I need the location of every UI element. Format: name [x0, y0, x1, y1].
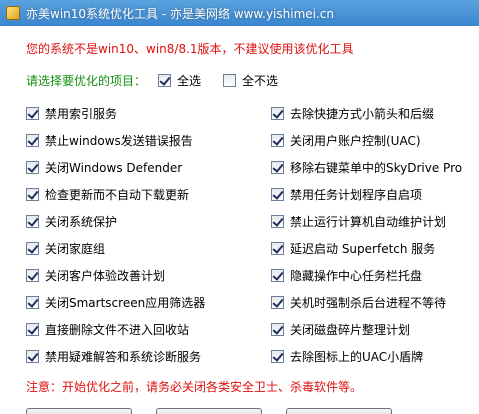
option-label[interactable]: 去除图标上的UAC小盾牌 [290, 348, 423, 365]
checkbox-box[interactable] [271, 349, 284, 363]
option-disable-smartscreen[interactable]: 关闭Smartscreen应用筛选器 [26, 294, 205, 310]
option-skip-recycle-bin[interactable]: 直接删除文件不进入回收站 [26, 321, 189, 337]
option-force-kill-on-shutdown[interactable]: 关机时强制杀后台进程不等待 [271, 294, 446, 310]
checkbox-box[interactable] [271, 106, 284, 120]
select-none-checkbox[interactable]: 全不选 [223, 72, 278, 89]
option-label[interactable]: 移除右键菜单中的SkyDrive Pro [290, 159, 462, 176]
option-remove-uac-shield[interactable]: 去除图标上的UAC小盾牌 [271, 348, 423, 364]
option-label[interactable]: 禁止windows发送错误报告 [45, 132, 193, 149]
checkbox-box[interactable] [26, 295, 39, 309]
select-prompt: 请选择要优化的项目： [26, 73, 147, 88]
checkbox-box[interactable] [26, 160, 39, 174]
window-title: 亦美win10系统优化工具 - 亦是美网络 www.yishimei.cn [26, 6, 335, 21]
title-bar[interactable]: 亦美win10系统优化工具 - 亦是美网络 www.yishimei.cn [0, 0, 479, 26]
option-label[interactable]: 延迟启动 Superfetch 服务 [290, 240, 435, 257]
checkbox-box[interactable] [271, 295, 284, 309]
option-disable-diagnostics[interactable]: 禁用疑难解答和系统诊断服务 [26, 348, 201, 364]
window-body: 您的系统不是win10、win8/8.1版本，不建议使用该优化工具 请选择要优化… [0, 26, 479, 414]
option-label[interactable]: 检查更新而不自动下载更新 [45, 186, 189, 203]
checkbox-box[interactable] [26, 349, 39, 363]
option-disable-error-report[interactable]: 禁止windows发送错误报告 [26, 132, 193, 148]
option-label[interactable]: 去除快捷方式小箭头和后缀 [290, 105, 434, 122]
option-label[interactable]: 关闭家庭组 [45, 240, 105, 257]
option-disable-index-service[interactable]: 禁用索引服务 [26, 105, 117, 121]
option-disable-defender[interactable]: 关闭Windows Defender [26, 159, 182, 175]
option-label[interactable]: 关闭用户账户控制(UAC) [290, 132, 421, 149]
option-label[interactable]: 关机时强制杀后台进程不等待 [290, 294, 446, 311]
option-label[interactable]: 禁用疑难解答和系统诊断服务 [45, 348, 201, 365]
option-remove-skydrive-menu[interactable]: 移除右键菜单中的SkyDrive Pro [271, 159, 462, 175]
pre-optimize-note: 注意：开始优化之前，请务必关闭各类安全卫士、杀毒软件等。 [26, 380, 363, 394]
checkbox-box[interactable] [158, 73, 172, 87]
option-disable-task-scheduler-startup[interactable]: 禁用任务计划程序自启项 [271, 186, 422, 202]
checkbox-box[interactable] [26, 322, 39, 336]
option-hide-action-center-tray[interactable]: 隐藏操作中心任务栏托盘 [271, 267, 422, 283]
option-disable-system-protection[interactable]: 关闭系统保护 [26, 213, 117, 229]
action-button-3[interactable] [286, 408, 392, 414]
option-disable-auto-maintenance[interactable]: 禁止运行计算机自动维护计划 [271, 213, 446, 229]
option-label[interactable]: 关闭Windows Defender [45, 159, 182, 176]
option-delay-superfetch[interactable]: 延迟启动 Superfetch 服务 [271, 240, 435, 256]
checkbox-box[interactable] [271, 214, 284, 228]
select-row: 请选择要优化的项目： 全选 全不选 [26, 72, 278, 88]
checkbox-box[interactable] [271, 160, 284, 174]
select-all-label[interactable]: 全选 [177, 72, 201, 89]
checkbox-box[interactable] [271, 241, 284, 255]
option-label[interactable]: 关闭系统保护 [45, 213, 117, 230]
option-label[interactable]: 关闭客户体验改善计划 [45, 267, 165, 284]
option-label[interactable]: 禁止运行计算机自动维护计划 [290, 213, 446, 230]
option-disable-ceip[interactable]: 关闭客户体验改善计划 [26, 267, 165, 283]
action-button-2[interactable] [156, 408, 262, 414]
option-label[interactable]: 关闭Smartscreen应用筛选器 [45, 294, 205, 311]
option-check-updates-only[interactable]: 检查更新而不自动下载更新 [26, 186, 189, 202]
option-disable-defrag-schedule[interactable]: 关闭磁盘碎片整理计划 [271, 321, 410, 337]
action-button-1[interactable] [26, 408, 132, 414]
checkbox-box[interactable] [271, 187, 284, 201]
checkbox-box[interactable] [271, 268, 284, 282]
checkbox-box[interactable] [26, 133, 39, 147]
option-label[interactable]: 禁用索引服务 [45, 105, 117, 122]
option-label[interactable]: 隐藏操作中心任务栏托盘 [290, 267, 422, 284]
option-remove-shortcut-arrow[interactable]: 去除快捷方式小箭头和后缀 [271, 105, 434, 121]
option-label[interactable]: 关闭磁盘碎片整理计划 [290, 321, 410, 338]
select-none-label[interactable]: 全不选 [242, 72, 278, 89]
select-all-checkbox[interactable]: 全选 [158, 72, 201, 89]
checkbox-box[interactable] [26, 241, 39, 255]
option-label[interactable]: 禁用任务计划程序自启项 [290, 186, 422, 203]
checkbox-box[interactable] [26, 214, 39, 228]
checkbox-box[interactable] [271, 322, 284, 336]
option-label[interactable]: 直接删除文件不进入回收站 [45, 321, 189, 338]
checkbox-box[interactable] [26, 268, 39, 282]
checkbox-box[interactable] [26, 106, 39, 120]
app-icon [6, 6, 20, 20]
checkbox-box[interactable] [271, 133, 284, 147]
checkbox-box[interactable] [223, 73, 237, 87]
checkbox-box[interactable] [26, 187, 39, 201]
option-disable-uac[interactable]: 关闭用户账户控制(UAC) [271, 132, 421, 148]
option-disable-homegroup[interactable]: 关闭家庭组 [26, 240, 105, 256]
system-warning: 您的系统不是win10、win8/8.1版本，不建议使用该优化工具 [26, 42, 354, 56]
